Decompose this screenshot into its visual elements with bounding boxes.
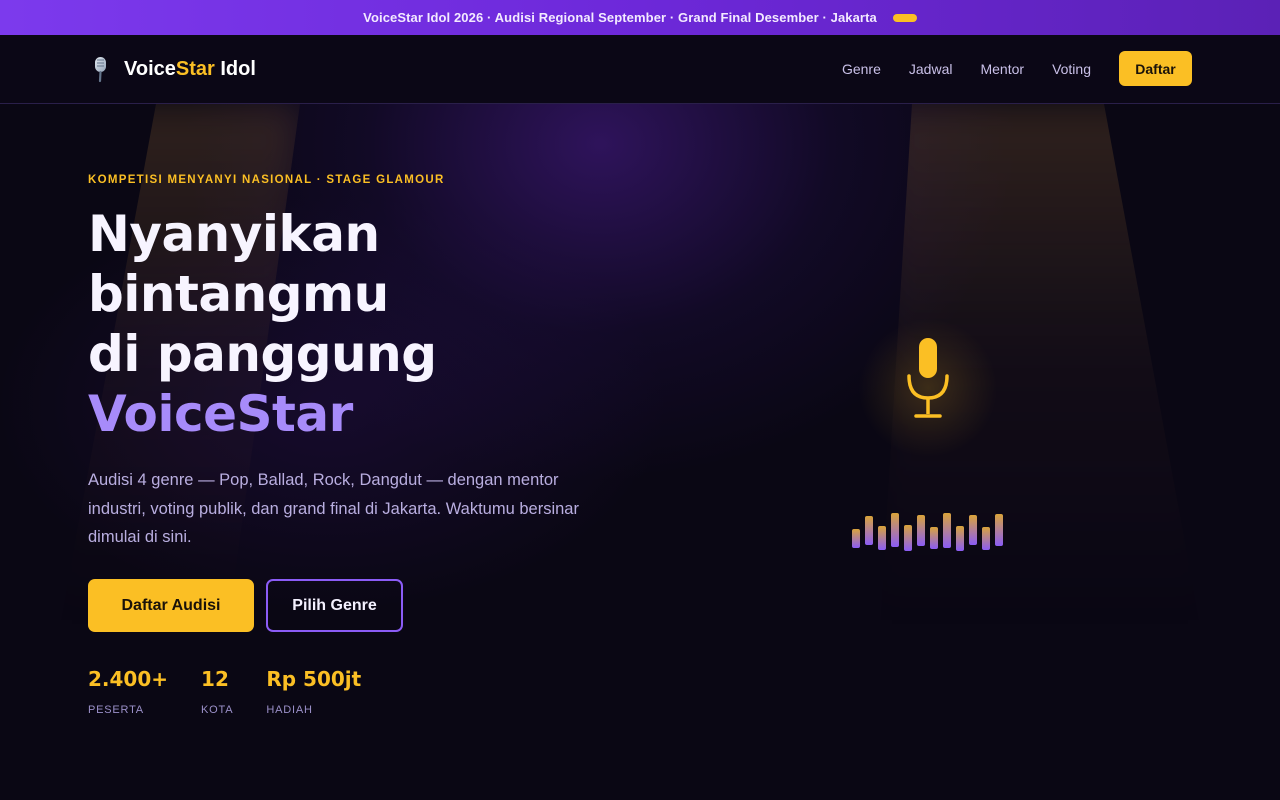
hero-headline: Nyanyikan bintangmu di panggung VoiceSta… <box>88 204 688 444</box>
nav-link-jadwal[interactable]: Jadwal <box>909 61 953 77</box>
stats-row: 2.400+ PESERTA 12 KOTA Rp 500jt HADIAH <box>88 667 361 716</box>
stat-item: 2.400+ PESERTA <box>88 667 168 716</box>
microphone-icon <box>907 338 949 418</box>
stat-value: 12 <box>201 667 229 691</box>
equalizer <box>852 512 1012 562</box>
equalizer-bar <box>917 514 925 546</box>
stat-label: HADIAH <box>266 704 313 716</box>
hero-section: KOMPETISI MENYANYI NASIONAL · STAGE GLAM… <box>0 104 1280 800</box>
choose-genre-button[interactable]: Pilih Genre <box>266 579 403 632</box>
equalizer-bar <box>943 512 951 548</box>
stat-value: Rp 500jt <box>266 667 362 691</box>
announcement-bar: VoiceStar Idol 2026 · Audisi Regional Se… <box>0 0 1280 35</box>
equalizer-bar <box>904 525 912 551</box>
stat-item: 12 KOTA <box>201 667 233 716</box>
microphone-icon <box>95 57 106 83</box>
register-button[interactable]: Daftar <box>1119 51 1192 86</box>
headline-line-3: di panggung <box>88 325 437 383</box>
brand-name: VoiceStar Idol <box>124 58 256 81</box>
stat-value: 2.400+ <box>88 667 169 691</box>
equalizer-bar <box>982 526 990 550</box>
equalizer-bar <box>969 515 977 545</box>
stat-label: PESERTA <box>88 704 144 716</box>
hero-eyebrow: KOMPETISI MENYANYI NASIONAL · STAGE GLAM… <box>88 174 445 186</box>
equalizer-bar <box>878 526 886 550</box>
nav-link-mentor[interactable]: Mentor <box>980 61 1024 77</box>
headline-line-1: Nyanyikan <box>88 205 380 263</box>
equalizer-bar <box>891 513 899 547</box>
headline-line-2: bintangmu <box>88 265 389 323</box>
nav-links: Genre Jadwal Mentor Voting Daftar <box>842 51 1192 86</box>
announcement-pill <box>892 13 917 22</box>
headline-line-4: VoiceStar <box>88 385 353 443</box>
equalizer-bar <box>995 514 1003 546</box>
stat-label: KOTA <box>201 704 234 716</box>
brand-name-voice: Voice <box>124 57 176 80</box>
announcement-text: VoiceStar Idol 2026 · Audisi Regional Se… <box>363 10 877 25</box>
nav-link-genre[interactable]: Genre <box>842 61 881 77</box>
brand-logo[interactable]: VoiceStar Idol <box>88 55 256 83</box>
hero-description: Audisi 4 genre — Pop, Ballad, Rock, Dang… <box>88 471 579 546</box>
stat-item: Rp 500jt HADIAH <box>266 667 361 716</box>
equalizer-bar <box>852 528 860 548</box>
brand-name-star: Star <box>175 57 215 80</box>
equalizer-bar <box>865 515 873 545</box>
brand-name-idol: Idol <box>214 57 256 80</box>
equalizer-bar <box>956 525 964 551</box>
top-navigation: VoiceStar Idol Genre Jadwal Mentor Votin… <box>0 35 1280 104</box>
register-audition-button[interactable]: Daftar Audisi <box>88 579 254 632</box>
equalizer-bar <box>930 527 938 549</box>
nav-link-voting[interactable]: Voting <box>1052 61 1091 77</box>
